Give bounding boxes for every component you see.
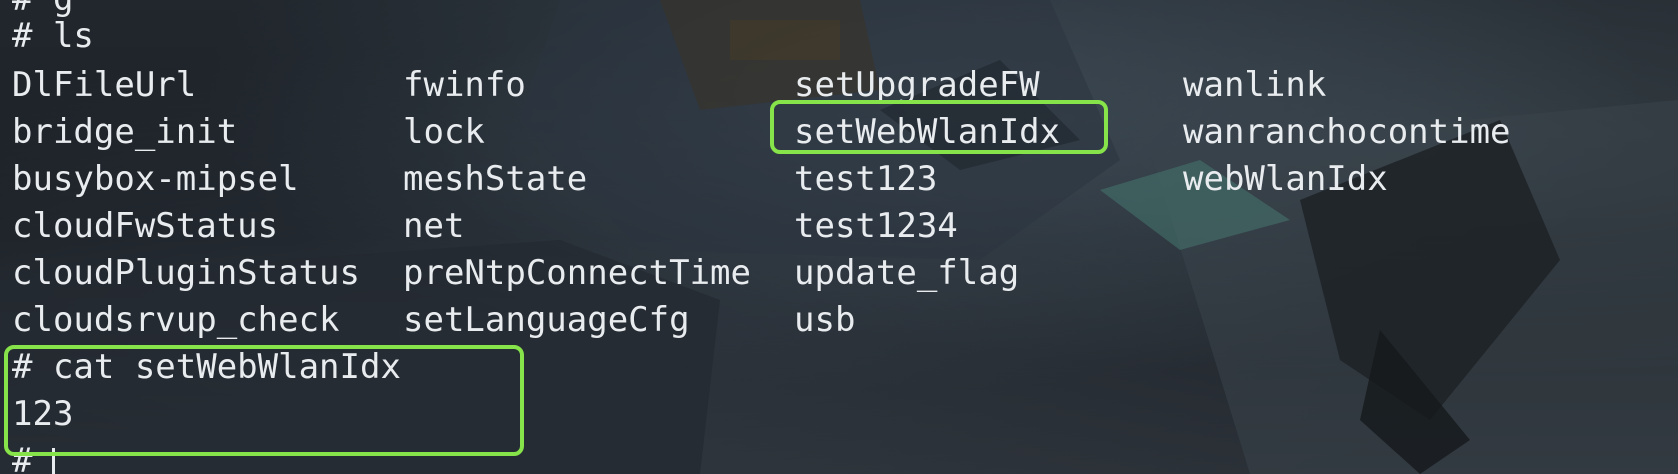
ls-entry: cloudsrvup_check [12,300,340,340]
ls-entry: meshState [403,159,588,199]
ls-entry: setLanguageCfg [403,300,690,340]
ls-entry: update_flag [794,253,1020,293]
ls-entry: usb [794,300,856,340]
ls-command-line: # ls [12,16,94,56]
ls-entry: webWlanIdx [1183,159,1388,199]
ls-entry: cloudPluginStatus [12,253,360,293]
ls-entry: test123 [794,159,938,199]
ls-entry: DlFileUrl [12,65,197,105]
terminal-window[interactable]: # g # ls DlFileUrl bridge_init busybox-m… [0,0,1678,474]
ls-entry: busybox-mipsel [12,159,299,199]
ls-entry: wanranchocontime [1183,112,1511,152]
ls-entry: wanlink [1183,65,1327,105]
ls-entry: bridge_init [12,112,238,152]
ls-entry: fwinfo [403,65,526,105]
ls-entry: test1234 [794,206,958,246]
ls-entry: net [403,206,465,246]
ls-entry: lock [403,112,485,152]
ls-entry: preNtpConnectTime [403,253,751,293]
highlight-box-setwebwlanidx [770,100,1108,154]
highlight-box-cat-result [4,345,524,456]
ls-entry: cloudFwStatus [12,206,279,246]
